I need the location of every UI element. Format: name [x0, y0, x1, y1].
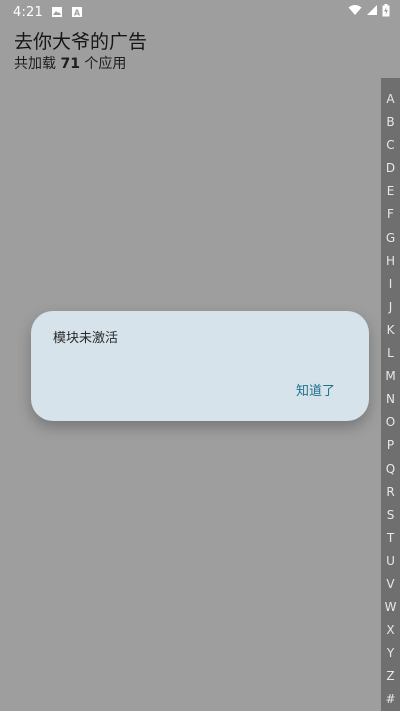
- alphabet-index-letter[interactable]: I: [381, 273, 400, 296]
- alphabet-index-letter[interactable]: #: [381, 688, 400, 711]
- status-right: [348, 3, 390, 21]
- battery-charging-icon: [382, 3, 390, 21]
- status-time: 4:21: [13, 4, 43, 20]
- alphabet-index-letter[interactable]: J: [381, 296, 400, 319]
- alphabet-index-letter[interactable]: Y: [381, 642, 400, 665]
- subtitle-prefix: 共加载: [14, 56, 56, 72]
- alphabet-index-letter[interactable]: B: [381, 111, 400, 134]
- alphabet-index-letter[interactable]: Q: [381, 458, 400, 481]
- alphabet-index-letter[interactable]: L: [381, 342, 400, 365]
- app-root: 4:21 A 去你大爷的广告 共加载 71 个应用 A B C D E F G …: [0, 0, 400, 711]
- page-title: 去你大爷的广告: [14, 31, 148, 53]
- alphabet-index-letter[interactable]: S: [381, 504, 400, 527]
- alphabet-index-letter[interactable]: E: [381, 180, 400, 203]
- alphabet-index-letter[interactable]: O: [381, 411, 400, 434]
- loaded-apps-count: 71: [60, 56, 80, 72]
- alphabet-index-bar[interactable]: A B C D E F G H I J K L M N O P Q R S T U V W X Y Z #: [381, 78, 400, 711]
- alphabet-index-letter[interactable]: W: [381, 596, 400, 619]
- status-bar: 4:21 A: [0, 0, 400, 24]
- alphabet-index-letter[interactable]: F: [381, 203, 400, 226]
- alphabet-index-letter[interactable]: N: [381, 388, 400, 411]
- alphabet-index-letter[interactable]: T: [381, 527, 400, 550]
- alphabet-index-letter[interactable]: U: [381, 550, 400, 573]
- alphabet-index-letter[interactable]: Z: [381, 665, 400, 688]
- font-a-icon: A: [71, 6, 83, 18]
- alphabet-index-letter[interactable]: R: [381, 481, 400, 504]
- alphabet-index-letter[interactable]: P: [381, 434, 400, 457]
- alphabet-index-letter[interactable]: A: [381, 88, 400, 111]
- alphabet-index-letter[interactable]: X: [381, 619, 400, 642]
- alphabet-index-letter[interactable]: H: [381, 250, 400, 273]
- dialog-message: 模块未激活: [53, 331, 119, 346]
- alphabet-index-letter[interactable]: M: [381, 365, 400, 388]
- wifi-icon: [348, 4, 362, 20]
- module-not-active-dialog: 模块未激活 知道了: [31, 311, 369, 421]
- alphabet-index-letter[interactable]: D: [381, 157, 400, 180]
- status-left: 4:21 A: [13, 5, 83, 20]
- alphabet-index-letter[interactable]: V: [381, 573, 400, 596]
- image-icon: [51, 6, 63, 18]
- svg-text:A: A: [74, 9, 81, 18]
- app-header: 去你大爷的广告 共加载 71 个应用: [14, 30, 147, 73]
- got-it-button[interactable]: 知道了: [292, 378, 339, 401]
- loaded-apps-summary: 共加载 71 个应用: [14, 55, 147, 73]
- cellular-signal-icon: [366, 4, 378, 20]
- subtitle-suffix: 个应用: [84, 56, 127, 72]
- alphabet-index-letter[interactable]: K: [381, 319, 400, 342]
- alphabet-index-letter[interactable]: C: [381, 134, 400, 157]
- alphabet-index-letter[interactable]: G: [381, 227, 400, 250]
